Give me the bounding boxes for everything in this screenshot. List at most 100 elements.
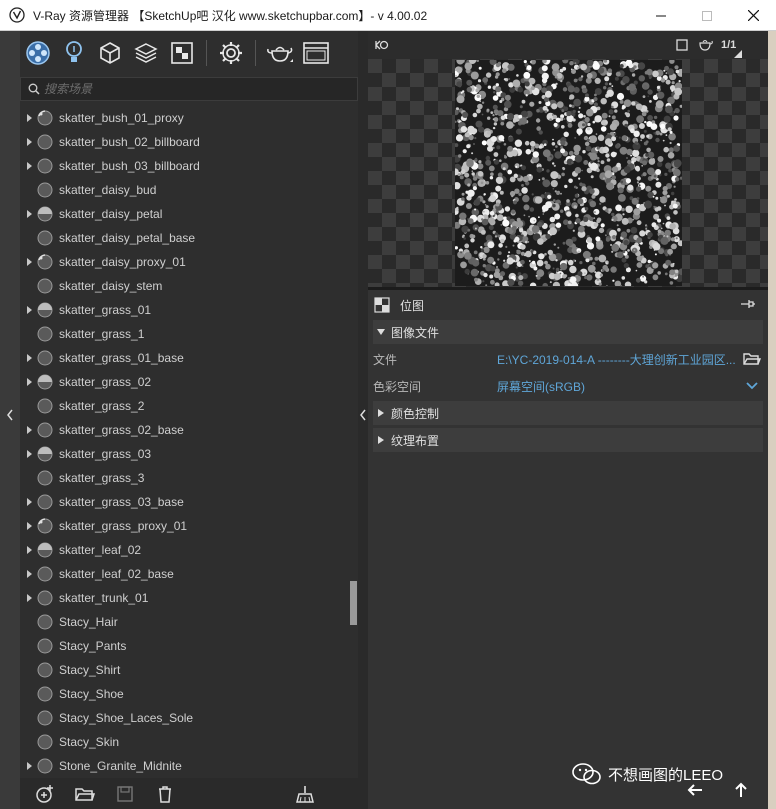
collapse-left-button[interactable] bbox=[4, 406, 16, 424]
render-button[interactable] bbox=[262, 35, 298, 71]
material-ball-icon bbox=[37, 590, 53, 606]
list-actions-bar bbox=[20, 778, 368, 809]
expand-arrow-icon[interactable] bbox=[22, 538, 36, 562]
list-item[interactable]: skatter_grass_03 bbox=[20, 442, 350, 466]
expand-arrow-icon[interactable] bbox=[22, 370, 36, 394]
expand-arrow-icon[interactable] bbox=[22, 442, 36, 466]
maximize-button[interactable] bbox=[684, 0, 730, 31]
expand-arrow-icon[interactable] bbox=[22, 250, 36, 274]
list-item[interactable]: Stacy_Skin bbox=[20, 730, 350, 754]
expand-arrow-icon[interactable] bbox=[22, 490, 36, 514]
expand-arrow-icon[interactable] bbox=[22, 202, 36, 226]
no-expand-spacer bbox=[22, 226, 36, 250]
list-item[interactable]: skatter_grass_proxy_01 bbox=[20, 514, 350, 538]
broom-icon bbox=[296, 785, 314, 803]
bitmap-node-icon bbox=[374, 297, 390, 313]
add-asset-button[interactable] bbox=[30, 782, 60, 806]
collapse-preview-button[interactable] bbox=[358, 406, 368, 424]
materials-icon bbox=[26, 41, 50, 65]
list-item[interactable]: skatter_grass_1 bbox=[20, 322, 350, 346]
frame-buffer-button[interactable] bbox=[298, 35, 334, 71]
colorspace-row: 色彩空间 屏幕空间(sRGB) bbox=[373, 375, 765, 397]
geometry-tab[interactable] bbox=[92, 35, 128, 71]
expand-arrow-icon[interactable] bbox=[22, 298, 36, 322]
list-item[interactable]: Stacy_Hair bbox=[20, 610, 350, 634]
list-item[interactable]: Stone_Granite_Midnite bbox=[20, 754, 350, 776]
teapot-icon bbox=[699, 39, 713, 51]
list-item[interactable]: Stacy_Shoe_Laces_Sole bbox=[20, 706, 350, 730]
close-button[interactable] bbox=[730, 0, 776, 31]
lights-icon bbox=[66, 41, 82, 62]
expand-arrow-icon[interactable] bbox=[22, 562, 36, 586]
open-file-button[interactable] bbox=[70, 782, 100, 806]
expand-arrow-icon[interactable] bbox=[22, 130, 36, 154]
back-button[interactable] bbox=[682, 780, 708, 800]
list-item[interactable]: Stacy_Pants bbox=[20, 634, 350, 658]
materials-tab[interactable] bbox=[20, 35, 56, 71]
list-item[interactable]: skatter_grass_03_base bbox=[20, 490, 350, 514]
browse-file-button[interactable] bbox=[742, 352, 762, 366]
wechat-logo-icon bbox=[572, 763, 601, 785]
list-item[interactable]: skatter_grass_2 bbox=[20, 394, 350, 418]
section-texture-placement[interactable]: 纹理布置 bbox=[373, 428, 763, 452]
title-bar: V-Ray 资源管理器 【SketchUp吧 汉化 www.sketchupba… bbox=[0, 0, 776, 31]
list-item[interactable]: skatter_leaf_02_base bbox=[20, 562, 350, 586]
up-button[interactable] bbox=[728, 780, 754, 800]
list-item[interactable]: skatter_bush_02_billboard bbox=[20, 130, 350, 154]
expand-arrow-icon[interactable] bbox=[22, 586, 36, 610]
list-item[interactable]: skatter_trunk_01 bbox=[20, 586, 350, 610]
expand-arrow-icon[interactable] bbox=[22, 346, 36, 370]
file-path-link[interactable]: E:\YC-2019-014-A --------大理创新工业园区... bbox=[497, 351, 742, 368]
add-material-icon bbox=[36, 784, 53, 803]
list-item[interactable]: skatter_grass_3 bbox=[20, 466, 350, 490]
list-item[interactable]: skatter_daisy_petal bbox=[20, 202, 350, 226]
list-item[interactable]: skatter_grass_02 bbox=[20, 370, 350, 394]
purge-button[interactable] bbox=[290, 782, 320, 806]
list-item[interactable]: skatter_daisy_proxy_01 bbox=[20, 250, 350, 274]
preview-options-button[interactable] bbox=[374, 36, 390, 54]
close-icon bbox=[747, 10, 759, 21]
list-item[interactable]: skatter_daisy_petal_base bbox=[20, 226, 350, 250]
expand-arrow-icon[interactable] bbox=[22, 418, 36, 442]
colorspace-label: 色彩空间 bbox=[373, 379, 422, 394]
minimize-button[interactable] bbox=[638, 0, 684, 31]
list-item[interactable]: skatter_grass_01_base bbox=[20, 346, 350, 370]
arrow-up-icon bbox=[735, 782, 747, 797]
material-ball-icon bbox=[37, 302, 53, 318]
section-color-control[interactable]: 颜色控制 bbox=[373, 401, 763, 425]
material-name: skatter_leaf_02 bbox=[59, 543, 142, 557]
no-expand-spacer bbox=[22, 394, 36, 418]
scrollbar-track[interactable] bbox=[349, 106, 358, 776]
window-title: V-Ray 资源管理器 【SketchUp吧 汉化 www.sketchupba… bbox=[33, 8, 428, 23]
preview-shape-button[interactable] bbox=[697, 36, 713, 54]
textures-tab[interactable] bbox=[164, 35, 200, 71]
search-input[interactable] bbox=[44, 82, 344, 96]
scrollbar-thumb[interactable] bbox=[350, 581, 357, 625]
expand-arrow-icon[interactable] bbox=[22, 154, 36, 178]
list-item[interactable]: skatter_leaf_02 bbox=[20, 538, 350, 562]
colorspace-dropdown[interactable] bbox=[742, 382, 762, 390]
list-item[interactable]: skatter_bush_01_proxy bbox=[20, 106, 350, 130]
list-item[interactable]: Stacy_Shirt bbox=[20, 658, 350, 682]
pin-icon[interactable] bbox=[740, 298, 756, 310]
preview-checker-toggle[interactable] bbox=[676, 36, 688, 54]
expand-arrow-icon[interactable] bbox=[22, 754, 36, 776]
colorspace-select[interactable]: 屏幕空间(sRGB) bbox=[497, 378, 742, 395]
expand-arrow-icon[interactable] bbox=[22, 106, 36, 130]
collapsed-triangle-icon bbox=[373, 436, 389, 444]
list-item[interactable]: skatter_grass_02_base bbox=[20, 418, 350, 442]
delete-button[interactable] bbox=[150, 782, 180, 806]
list-item[interactable]: Stacy_Shoe bbox=[20, 682, 350, 706]
settings-button[interactable] bbox=[213, 35, 249, 71]
section-image-file[interactable]: 图像文件 bbox=[373, 320, 763, 344]
layers-tab[interactable] bbox=[128, 35, 164, 71]
list-item[interactable]: skatter_bush_03_billboard bbox=[20, 154, 350, 178]
save-button[interactable] bbox=[110, 782, 140, 806]
textures-icon bbox=[171, 42, 193, 64]
dropdown-corner-icon bbox=[734, 50, 742, 58]
expand-arrow-icon[interactable] bbox=[22, 514, 36, 538]
list-item[interactable]: skatter_daisy_stem bbox=[20, 274, 350, 298]
list-item[interactable]: skatter_daisy_bud bbox=[20, 178, 350, 202]
list-item[interactable]: skatter_grass_01 bbox=[20, 298, 350, 322]
lights-tab[interactable] bbox=[56, 35, 92, 71]
